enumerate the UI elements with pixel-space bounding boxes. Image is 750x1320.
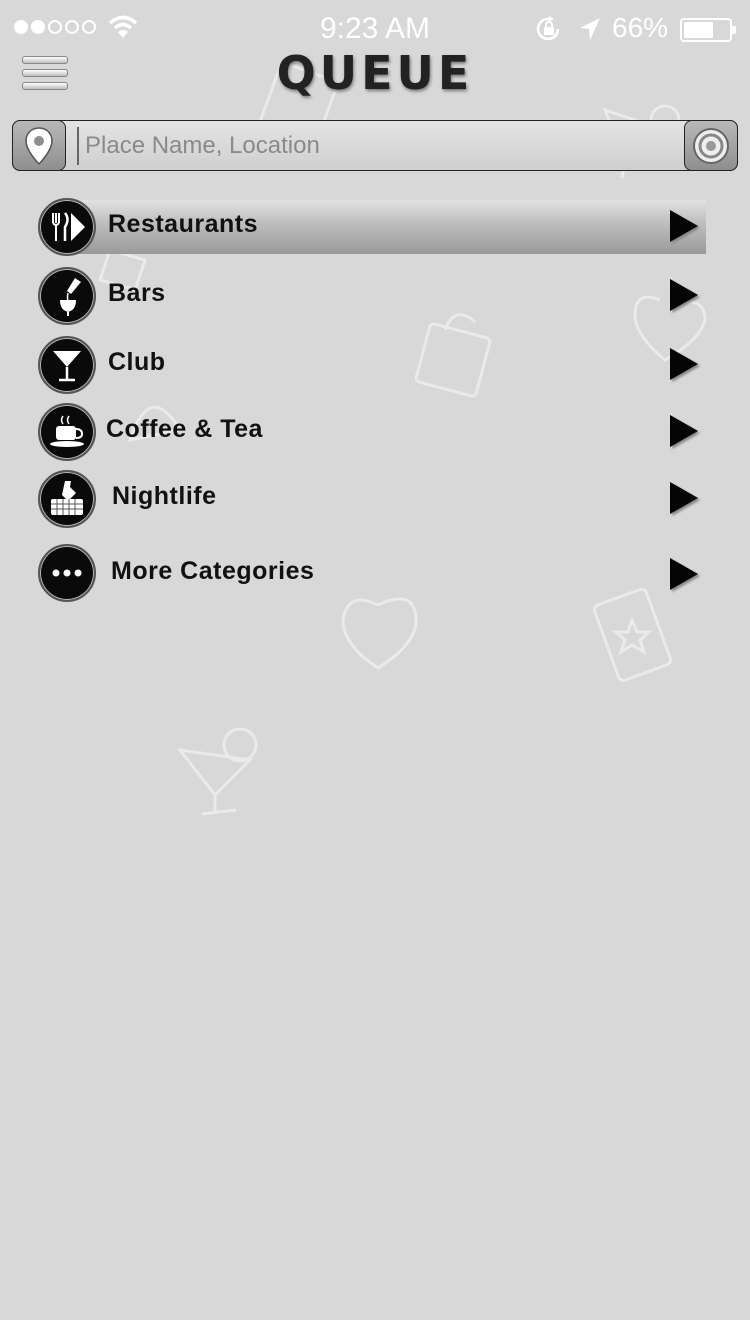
category-label: Bars: [108, 279, 166, 307]
wine-pour-icon: [38, 267, 96, 325]
chevron-right-icon: [670, 279, 698, 311]
chevron-right-icon: [670, 348, 698, 380]
chevron-right-icon: [670, 415, 698, 447]
chevron-right-icon: [670, 210, 698, 242]
category-label: Nightlife: [112, 482, 217, 510]
category-row-more-categories[interactable]: More Categories: [38, 544, 706, 602]
category-row-nightlife[interactable]: Nightlife: [38, 470, 706, 528]
champagne-bucket-icon: [38, 470, 96, 528]
search-input[interactable]: [77, 127, 677, 165]
chevron-right-icon: [670, 482, 698, 514]
martini-icon: [38, 336, 96, 394]
category-label: More Categories: [111, 557, 315, 585]
category-row-bars[interactable]: Bars: [38, 267, 706, 325]
category-row-coffee-tea[interactable]: Coffee & Tea: [38, 403, 706, 461]
more-dots-icon: [38, 544, 96, 602]
location-arrow-icon: [580, 18, 600, 40]
rotation-lock-icon: [536, 16, 560, 41]
category-row-restaurants[interactable]: Restaurants: [38, 198, 706, 256]
category-label: Club: [108, 348, 166, 376]
chevron-right-icon: [670, 558, 698, 590]
current-location-button[interactable]: [684, 120, 738, 171]
utensils-icon: [38, 198, 96, 256]
app-logo: QUEUE: [276, 46, 474, 100]
coffee-cup-icon: [38, 403, 96, 461]
app-screen: 9:23 AM 66% QUEUE Place Name, Location R…: [0, 0, 750, 1320]
battery-percentage: 66%: [612, 12, 669, 43]
map-pin-icon: [25, 126, 53, 165]
category-label: Restaurants: [108, 210, 258, 238]
search-bar: [12, 120, 738, 171]
target-icon: [693, 127, 729, 164]
category-label: Coffee & Tea: [106, 415, 263, 443]
category-row-club[interactable]: Club: [38, 336, 706, 394]
location-pin-button[interactable]: [12, 120, 66, 171]
battery-icon: [680, 18, 736, 42]
